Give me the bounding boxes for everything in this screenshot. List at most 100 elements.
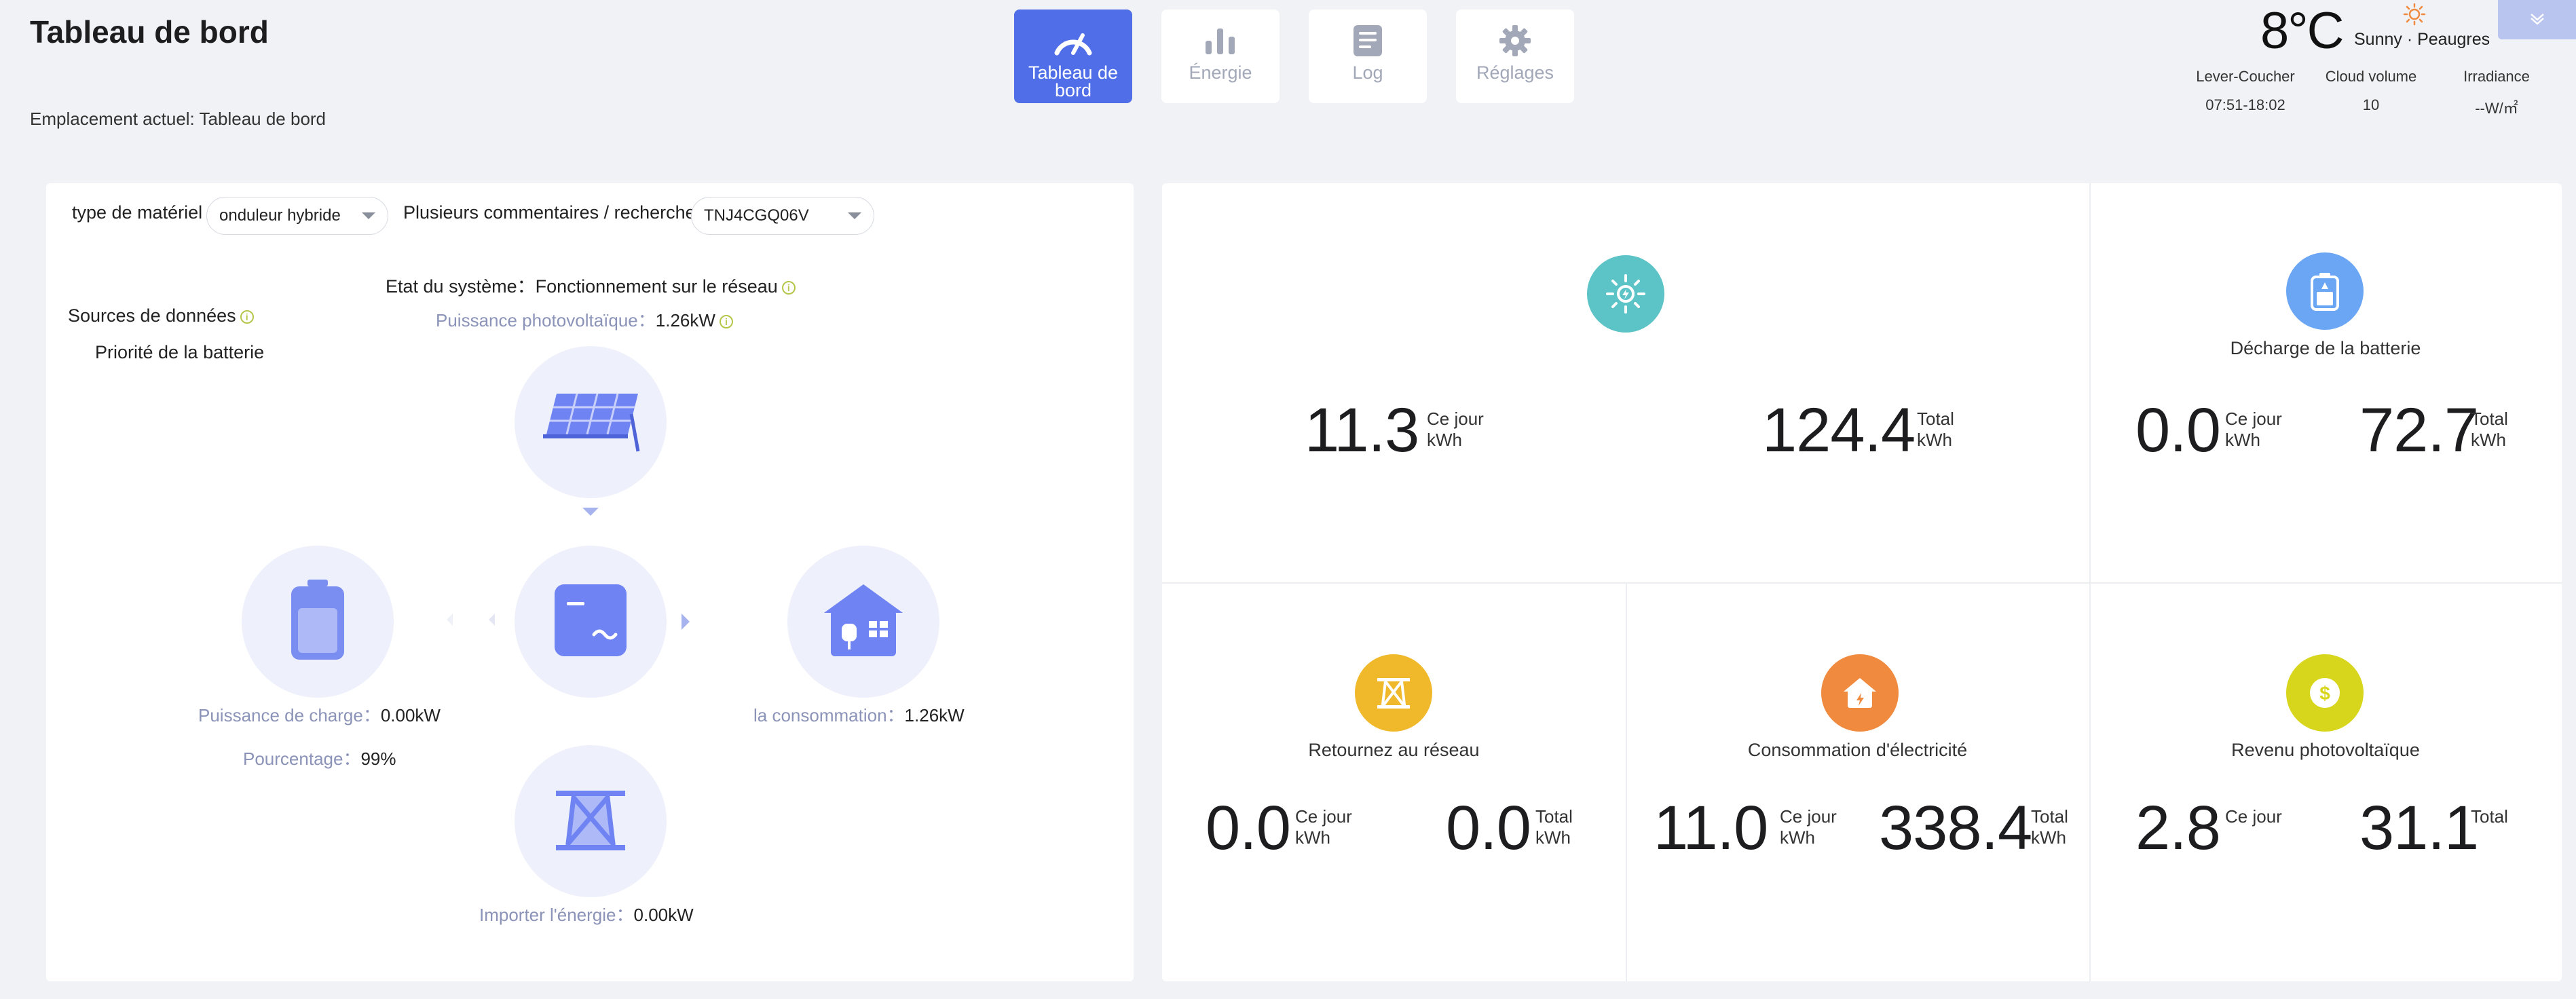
data-sources: Sources de données i (68, 305, 254, 326)
pv-power-value: 1.26kW (655, 310, 715, 331)
pv-today-unit: Ce jour kWh (1427, 409, 1484, 451)
charge-power-label: Puissance de charge： (198, 705, 381, 725)
flow-arrow-right (682, 614, 690, 630)
tab-log[interactable]: Log (1309, 10, 1427, 103)
sun-icon (2403, 3, 2426, 29)
import-label: Importer l'énergie： (479, 905, 634, 925)
chevron-down-icon (2527, 12, 2547, 29)
gauge-icon (1051, 20, 1095, 61)
consumption-label: la consommation： (753, 705, 905, 725)
info-icon[interactable]: i (719, 315, 733, 329)
irradiance-value: --W/㎡ (2475, 100, 2518, 117)
consumption-power: la consommation：1.26kW (753, 702, 965, 727)
grid-export-title: Retournez au réseau (1308, 740, 1480, 760)
grid-today-value: 0.0 (1206, 793, 1291, 863)
grid-today-unit: Ce jour kWh (1295, 806, 1352, 848)
pv-power-label: Puissance photovoltaïque： (436, 310, 656, 331)
unit-label: kWh (1917, 430, 1952, 450)
today-label: Ce jour (1427, 409, 1484, 429)
energy-flow-panel: type de matériel onduleur hybride Plusie… (46, 183, 1134, 981)
percentage-value: 99% (360, 749, 396, 769)
tab-dashboard[interactable]: Tableau de bord (1014, 10, 1132, 103)
device-search-select[interactable]: TNJ4CGQ06V (691, 197, 874, 235)
battery-today-unit: Ce jour kWh (2225, 409, 2282, 451)
device-search-value: TNJ4CGQ06V (704, 206, 809, 225)
power-tower-icon (553, 783, 628, 861)
solar-panel-icon (536, 387, 645, 458)
grid-export-icon (1355, 654, 1432, 732)
battery-today-value: 0.0 (2135, 396, 2221, 465)
breadcrumb: Emplacement actuel: Tableau de bord (30, 109, 326, 129)
battery-discharge-icon (2286, 252, 2364, 330)
battery-total-unit: Total kWh (2471, 409, 2508, 451)
percentage-label: Pourcentage： (243, 749, 361, 769)
flow-arrow-left (489, 614, 495, 626)
search-label: Plusieurs commentaires / recherche (403, 202, 696, 223)
tab-energy[interactable]: Énergie (1161, 10, 1280, 103)
battery-discharge-title: Décharge de la batterie (2230, 338, 2421, 358)
divider (1162, 582, 2562, 584)
pv-production-icon (1587, 255, 1664, 333)
pv-power: Puissance photovoltaïque：1.26kW i (436, 307, 733, 332)
battery-node (242, 546, 394, 698)
weather-description: Sunny · Peaugres (2354, 30, 2490, 49)
unit-label: kWh (1780, 827, 1815, 848)
revenue-title: Revenu photovoltaïque (2231, 740, 2420, 760)
data-sources-label: Sources de données (68, 305, 236, 326)
pv-total-unit: Total kWh (1917, 409, 1954, 451)
import-energy: Importer l'énergie：0.00kW (479, 901, 694, 926)
energy-stats-panel: 11.3 Ce jour kWh 124.4 Total kWh Décharge … (1162, 183, 2562, 981)
system-state: Etat du système：Fonctionnement sur le ré… (386, 271, 796, 298)
consumption-today-value: 11.0 (1654, 793, 1768, 863)
tab-label: Log (1352, 62, 1383, 83)
irradiance-label: Irradiance (2463, 68, 2530, 85)
sunrise-value: 07:51-18:02 (2205, 96, 2285, 113)
revenue-icon: $ (2286, 654, 2364, 732)
sunrise-label: Lever-Coucher (2196, 68, 2295, 85)
consumption-value: 1.26kW (904, 705, 965, 725)
svg-text:$: $ (2319, 683, 2330, 704)
grid-total-unit: Total kWh (1535, 806, 1573, 848)
today-label: Ce jour (2225, 409, 2282, 429)
consumption-today-unit: Ce jour kWh (1780, 806, 1837, 848)
unit-label: kWh (1295, 827, 1330, 848)
tab-settings[interactable]: Réglages (1456, 10, 1574, 103)
system-state-value: Fonctionnement sur le réseau (535, 276, 778, 297)
consumption-title: Consommation d'électricité (1747, 740, 1968, 760)
today-label: Ce jour (1295, 806, 1352, 827)
info-icon[interactable]: i (240, 309, 254, 324)
solar-panel-node (515, 346, 667, 498)
unit-label: kWh (2225, 430, 2260, 450)
total-label: Total (1917, 409, 1954, 429)
inverter-icon (553, 583, 628, 661)
revenue-today-label: Ce jour (2225, 806, 2282, 827)
consumption-total-unit: Total kWh (2031, 806, 2068, 848)
battery-icon (287, 578, 348, 666)
consumption-total-value: 338.4 (1879, 793, 2032, 863)
today-label: Ce jour (1780, 806, 1837, 827)
info-icon[interactable]: i (781, 280, 796, 295)
list-icon (1351, 20, 1385, 61)
flow-arrow-down (582, 508, 599, 516)
grid-node (515, 745, 667, 897)
caret-down-icon (848, 212, 861, 219)
system-state-label: Etat du système： (386, 276, 536, 297)
unit-label: kWh (2031, 827, 2066, 848)
grid-total-value: 0.0 (1446, 793, 1531, 863)
battery-percentage: Pourcentage：99% (243, 745, 396, 770)
device-type-select[interactable]: onduleur hybride (206, 197, 388, 235)
collapse-header-button[interactable] (2498, 0, 2576, 39)
import-value: 0.00kW (633, 905, 694, 925)
battery-priority: Priorité de la batterie (95, 342, 265, 362)
flow-arrow-left (447, 614, 453, 626)
device-type-value: onduleur hybride (219, 206, 341, 225)
tab-label: Tableau de bord (1028, 62, 1119, 100)
home-icon (821, 583, 906, 661)
divider (1626, 584, 1627, 981)
charge-power-value: 0.00kW (380, 705, 441, 725)
home-node (787, 546, 939, 698)
consumption-icon (1821, 654, 1899, 732)
unit-label: kWh (1535, 827, 1571, 848)
inverter-node (515, 546, 667, 698)
revenue-today-value: 2.8 (2135, 793, 2221, 863)
